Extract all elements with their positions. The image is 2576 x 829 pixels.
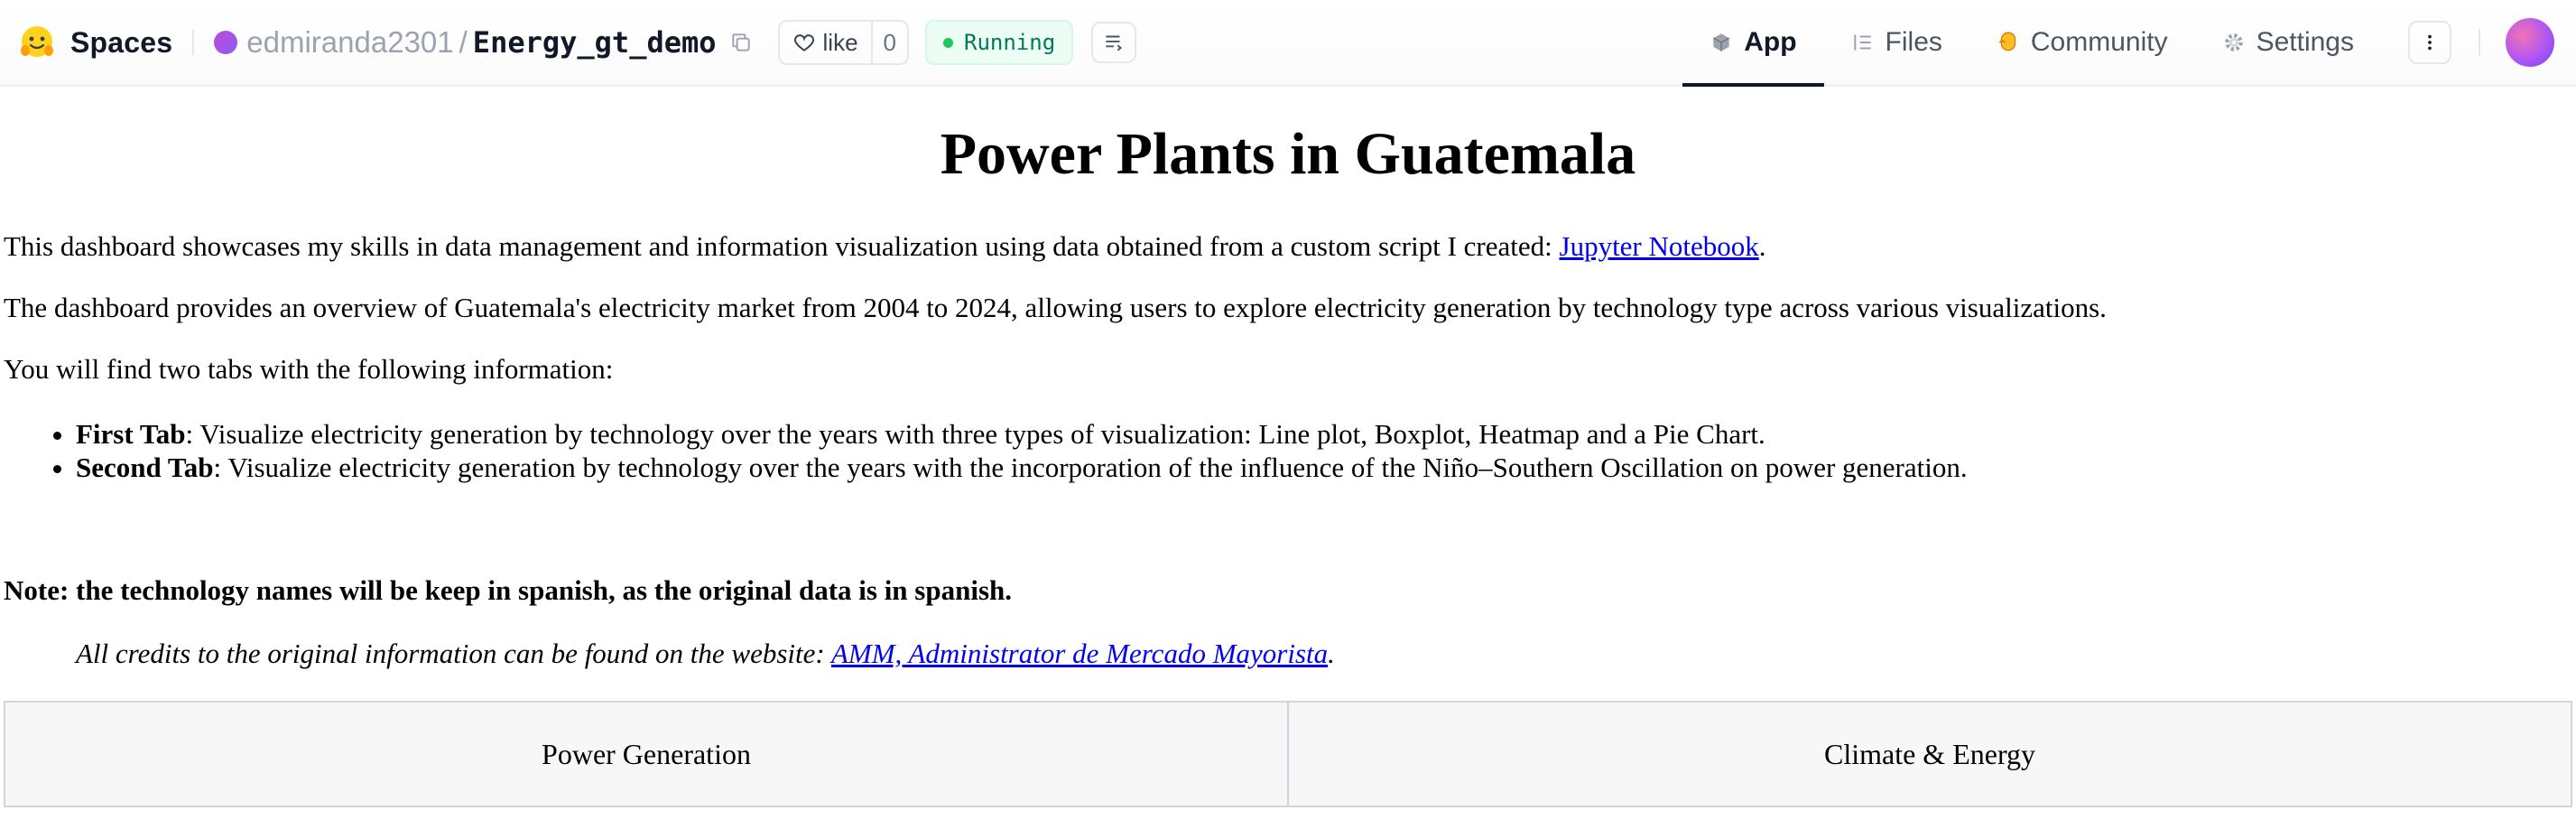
user-avatar[interactable] <box>2506 18 2554 67</box>
intro-paragraph: This dashboard showcases my skills in da… <box>4 229 1766 263</box>
community-icon <box>1998 32 2016 51</box>
more-vertical-icon <box>2428 34 2432 51</box>
dashboard-tabs: Power Generation Climate & Energy <box>4 701 2572 807</box>
credits-text: All credits to the original information … <box>76 638 831 669</box>
tab-power-generation[interactable]: Power Generation <box>5 703 1287 806</box>
intro-end: . <box>1758 230 1766 262</box>
tab-files-label: Files <box>1885 27 1942 57</box>
more-options-button[interactable] <box>2408 21 2451 64</box>
owner-avatar[interactable] <box>214 31 238 54</box>
list-item-text: : Visualize electricity generation by te… <box>185 418 1765 450</box>
divider <box>192 30 195 55</box>
hugging-face-icon[interactable] <box>18 23 56 61</box>
tab-climate-energy[interactable]: Climate & Energy <box>1287 703 2571 806</box>
heart-icon <box>793 34 814 51</box>
tabs-description-list: First Tab: Visualize electricity generat… <box>4 417 1968 484</box>
like-button[interactable]: like <box>780 22 871 63</box>
tab-app[interactable]: App <box>1682 0 1824 87</box>
tab-community[interactable]: Community <box>1969 0 2195 85</box>
divider <box>2479 29 2480 56</box>
tab-community-label: Community <box>2030 27 2168 57</box>
like-count[interactable]: 0 <box>870 22 907 63</box>
amm-link[interactable]: AMM, Administrator de Mercado Mayorista <box>831 638 1328 669</box>
list-item-bold: Second Tab <box>76 452 214 483</box>
credits-end: . <box>1328 638 1335 669</box>
status-badge[interactable]: Running <box>925 20 1074 65</box>
copy-icon[interactable] <box>729 31 753 54</box>
like-widget: like 0 <box>777 20 909 65</box>
status-text: Running <box>964 30 1056 55</box>
spaces-link[interactable]: Spaces <box>70 26 172 60</box>
status-dot-icon <box>943 37 953 48</box>
page-title: Power Plants in Guatemala <box>940 121 1636 187</box>
list-item: Second Tab: Visualize electricity genera… <box>76 451 1968 484</box>
list-item-bold: First Tab <box>76 418 186 450</box>
logs-button[interactable] <box>1091 22 1137 63</box>
like-label: like <box>822 28 858 56</box>
intro-text: This dashboard showcases my skills in da… <box>4 230 1560 262</box>
cube-icon <box>1713 33 1730 51</box>
overview-paragraph: The dashboard provides an overview of Gu… <box>4 292 2107 323</box>
credits-paragraph: All credits to the original information … <box>76 638 1335 670</box>
jupyter-notebook-link[interactable]: Jupyter Notebook <box>1560 230 1759 262</box>
top-navigation-bar: Spaces edmiranda2301 / Energy_gt_demo li… <box>0 0 2576 87</box>
gear-icon <box>2224 33 2243 51</box>
logs-icon <box>1106 35 1123 51</box>
list-item: First Tab: Visualize electricity generat… <box>76 417 1968 451</box>
tab-app-label: App <box>1744 27 1797 57</box>
owner-link[interactable]: edmiranda2301 <box>246 25 453 60</box>
list-item-text: : Visualize electricity generation by te… <box>213 452 1968 483</box>
space-header-right: App Files Community Settings <box>1682 0 2576 87</box>
note-text: Note: the technology names will be keep … <box>4 574 1013 606</box>
tab-settings[interactable]: Settings <box>2195 0 2381 85</box>
space-header-left: Spaces edmiranda2301 / Energy_gt_demo li… <box>18 0 1137 85</box>
tab-files[interactable]: Files <box>1824 0 1969 85</box>
tabs-intro-paragraph: You will find two tabs with the followin… <box>4 353 614 385</box>
tab-settings-label: Settings <box>2256 27 2354 57</box>
files-icon <box>1853 34 1871 51</box>
path-separator: / <box>459 25 468 59</box>
repo-name-link[interactable]: Energy_gt_demo <box>473 25 717 60</box>
